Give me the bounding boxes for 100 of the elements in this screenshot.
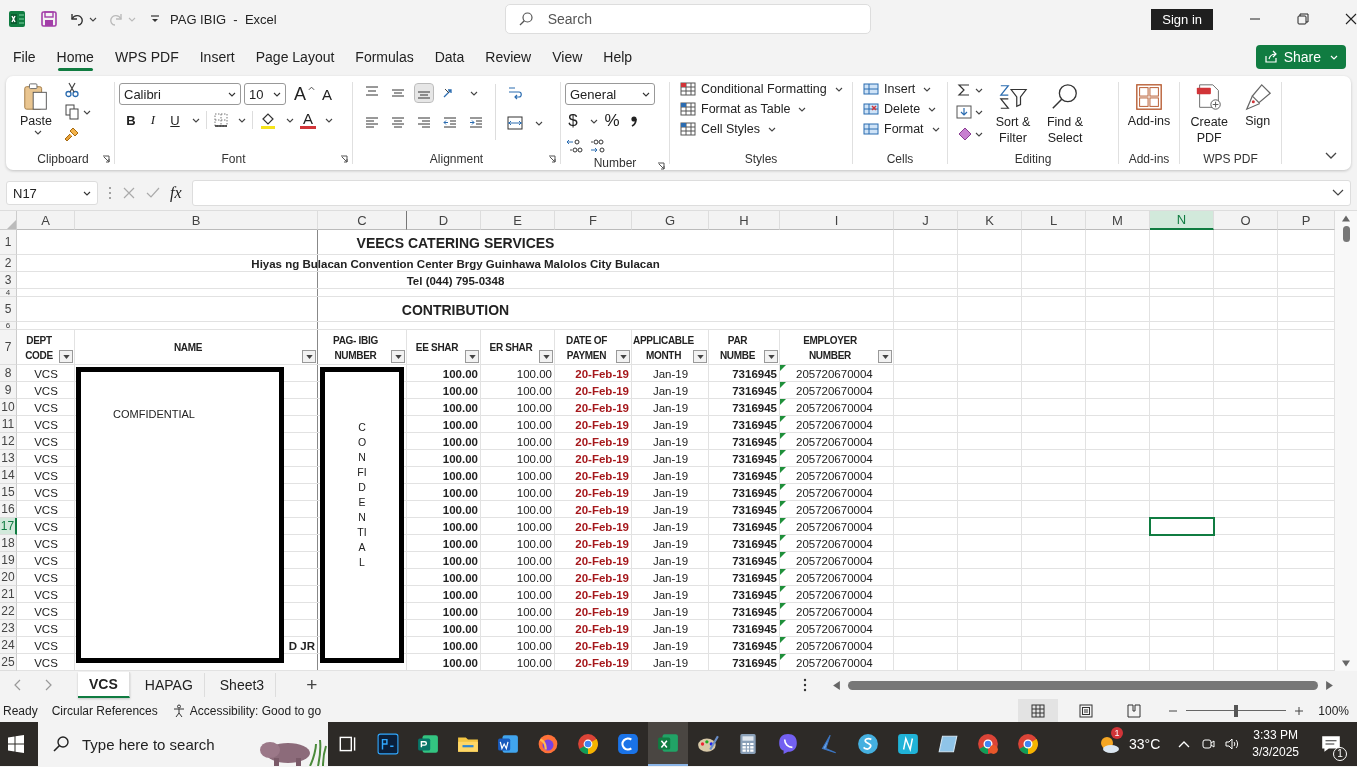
sum-icon[interactable] bbox=[956, 82, 972, 98]
camera-icon[interactable] bbox=[1201, 737, 1216, 751]
sheet-tab[interactable]: HAPAG bbox=[133, 673, 205, 697]
cells-menu-button[interactable]: Delete bbox=[863, 101, 937, 117]
ribbon-tab[interactable]: Page Layout bbox=[246, 41, 344, 73]
dialog-launcher-icon[interactable] bbox=[657, 162, 665, 170]
ribbon-tab[interactable]: Insert bbox=[190, 41, 244, 73]
row-header[interactable]: 23 bbox=[0, 620, 17, 637]
expand-icon[interactable] bbox=[1332, 189, 1344, 197]
scrollbar-thumb[interactable] bbox=[1342, 226, 1350, 242]
accessibility-button[interactable]: Accessibility: Good to go bbox=[171, 703, 322, 718]
row-header[interactable]: 12 bbox=[0, 433, 17, 450]
create-pdf-button[interactable]: Create PDF bbox=[1190, 80, 1229, 146]
row-header[interactable]: 13 bbox=[0, 450, 17, 467]
ribbon-tab[interactable]: Help bbox=[594, 41, 642, 73]
row-header[interactable]: 15 bbox=[0, 484, 17, 501]
calculator-icon[interactable] bbox=[737, 733, 759, 755]
caret-icon[interactable] bbox=[975, 109, 983, 115]
customize-toolbar-icon[interactable] bbox=[150, 14, 160, 24]
error-indicator-icon[interactable] bbox=[780, 637, 786, 643]
decrease-decimal-icon[interactable] bbox=[589, 137, 607, 155]
currency-button[interactable]: $ bbox=[565, 111, 581, 131]
n-tile-app-icon[interactable] bbox=[897, 733, 919, 755]
zoom-percentage[interactable]: 100% bbox=[1318, 703, 1349, 718]
formula-input[interactable] bbox=[191, 180, 1351, 206]
error-indicator-icon[interactable] bbox=[780, 535, 786, 541]
dialog-launcher-icon[interactable] bbox=[548, 155, 556, 163]
row-header[interactable]: 20 bbox=[0, 569, 17, 586]
temperature-text[interactable]: 33°C bbox=[1129, 736, 1161, 752]
cells-menu-button[interactable]: Format bbox=[863, 121, 940, 137]
error-indicator-icon[interactable] bbox=[780, 518, 786, 524]
font-size-dropdown[interactable]: 10 bbox=[244, 83, 286, 105]
bold-button[interactable]: B bbox=[123, 112, 139, 128]
find-select-button[interactable]: Find & Select bbox=[1043, 80, 1087, 146]
error-indicator-icon[interactable] bbox=[780, 382, 786, 388]
error-indicator-icon[interactable] bbox=[780, 569, 786, 575]
row-header[interactable]: 2 bbox=[0, 255, 17, 272]
scroll-right-icon[interactable] bbox=[1326, 680, 1333, 690]
filter-button[interactable] bbox=[539, 350, 553, 363]
row-header[interactable]: 1 bbox=[0, 230, 17, 255]
search-box[interactable]: Search bbox=[504, 4, 871, 34]
borders-icon[interactable] bbox=[213, 112, 229, 128]
percent-button[interactable]: % bbox=[604, 111, 620, 131]
dialog-launcher-icon[interactable] bbox=[340, 155, 348, 163]
save-icon[interactable] bbox=[40, 10, 58, 28]
insert-function-button[interactable]: fx bbox=[170, 184, 182, 202]
error-indicator-icon[interactable] bbox=[780, 552, 786, 558]
row-header[interactable]: 21 bbox=[0, 586, 17, 603]
close-icon[interactable] bbox=[1345, 13, 1357, 25]
chat-bubble-icon[interactable] bbox=[777, 733, 799, 755]
row-header[interactable]: 24 bbox=[0, 637, 17, 654]
chrome-browser-icon[interactable] bbox=[577, 733, 599, 755]
caret-icon[interactable] bbox=[238, 117, 246, 123]
publisher-app-icon[interactable] bbox=[417, 733, 439, 755]
error-indicator-icon[interactable] bbox=[780, 365, 786, 371]
fill-down-icon[interactable] bbox=[956, 104, 972, 120]
clock[interactable]: 3:33 PM 3/3/2025 bbox=[1252, 727, 1299, 761]
filter-button[interactable] bbox=[764, 350, 778, 363]
styles-menu-button[interactable]: Format as Table bbox=[680, 101, 807, 117]
error-indicator-icon[interactable] bbox=[780, 467, 786, 473]
filter-button[interactable] bbox=[59, 350, 73, 363]
error-indicator-icon[interactable] bbox=[780, 586, 786, 592]
spreadsheet-app-icon[interactable] bbox=[657, 732, 679, 754]
paste-button[interactable]: Paste bbox=[16, 80, 56, 135]
dialog-launcher-icon[interactable] bbox=[102, 155, 110, 163]
error-indicator-icon[interactable] bbox=[780, 450, 786, 456]
row-header[interactable]: 18 bbox=[0, 535, 17, 552]
row-header[interactable]: 11 bbox=[0, 416, 17, 433]
error-indicator-icon[interactable] bbox=[780, 416, 786, 422]
row-header[interactable]: 16 bbox=[0, 501, 17, 518]
ribbon-tab[interactable]: WPS PDF bbox=[105, 41, 188, 73]
row-header[interactable]: 14 bbox=[0, 467, 17, 484]
sort-filter-button[interactable]: Sort & Filter bbox=[991, 80, 1035, 146]
taskbar-search-input[interactable]: Type here to search bbox=[80, 734, 248, 754]
format-painter-icon[interactable] bbox=[64, 126, 80, 142]
caret-icon[interactable] bbox=[470, 90, 478, 96]
row-header[interactable]: 3 bbox=[0, 272, 17, 289]
styles-menu-button[interactable]: Cell Styles bbox=[680, 121, 777, 137]
caret-icon[interactable] bbox=[83, 109, 91, 115]
taskbar-search-box[interactable]: Type here to search bbox=[38, 722, 328, 766]
number-format-dropdown[interactable]: General bbox=[565, 83, 655, 105]
filter-button[interactable] bbox=[302, 350, 316, 363]
add-sheet-button[interactable]: + bbox=[306, 674, 318, 696]
paint-palette-icon[interactable] bbox=[697, 733, 719, 755]
scroll-left-icon[interactable] bbox=[833, 680, 840, 690]
row-header[interactable]: 17 bbox=[0, 518, 17, 535]
collapse-ribbon-icon[interactable] bbox=[1325, 152, 1337, 160]
circular-references-button[interactable]: Circular References bbox=[51, 703, 158, 718]
sign-button[interactable]: Sign bbox=[1238, 80, 1277, 128]
increase-decimal-icon[interactable] bbox=[565, 137, 583, 155]
app-icon[interactable] bbox=[617, 733, 639, 755]
filter-button[interactable] bbox=[616, 350, 630, 363]
merge-center-icon[interactable] bbox=[506, 114, 524, 132]
fill-color-icon[interactable] bbox=[259, 111, 277, 129]
speaker-icon[interactable] bbox=[1225, 737, 1240, 751]
name-box[interactable]: N17 bbox=[6, 181, 98, 205]
font-family-dropdown[interactable]: Calibri bbox=[119, 83, 241, 105]
row-header[interactable]: 8 bbox=[0, 365, 17, 382]
ribbon-tab[interactable]: Formulas bbox=[346, 41, 423, 73]
normal-view-button[interactable] bbox=[1018, 699, 1059, 722]
